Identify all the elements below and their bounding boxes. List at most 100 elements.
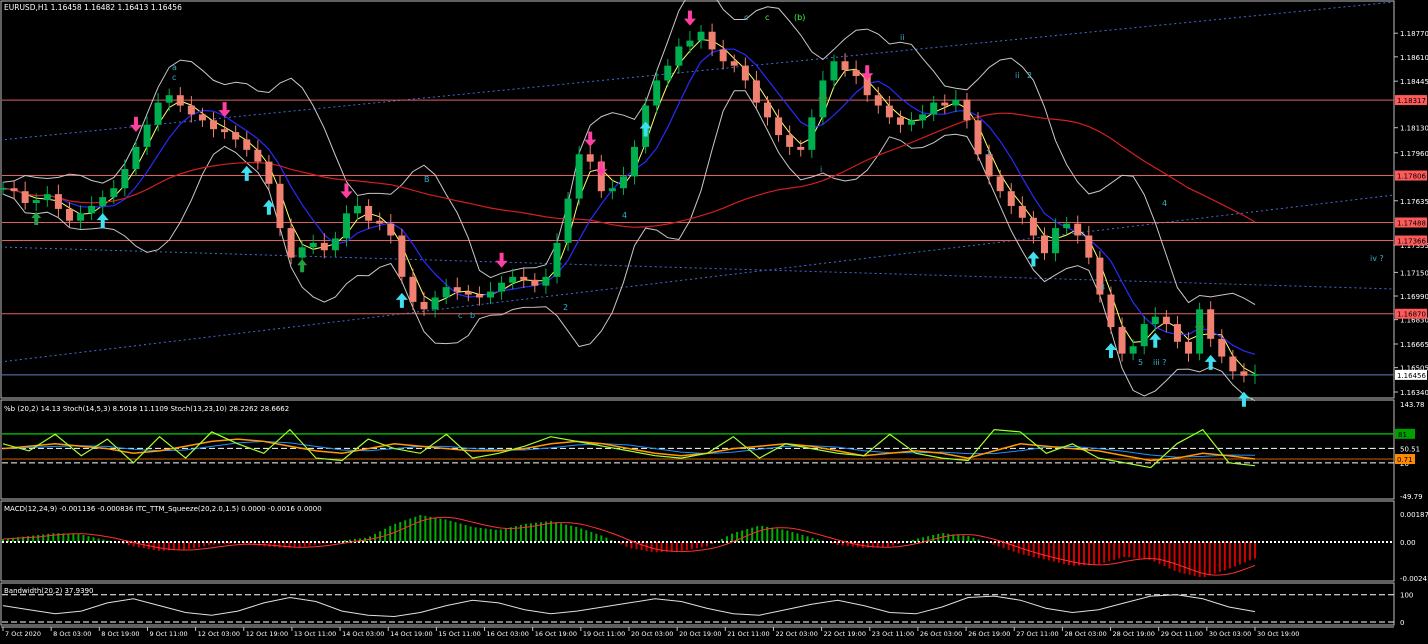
time-tick-label: 14 Oct 19:00 [390,630,432,638]
candle-body [708,31,716,50]
time-tick-label: 19 Oct 11:00 [583,630,625,638]
candle-body [542,276,550,286]
wave-label: c [458,311,462,320]
candle-body [420,301,428,310]
time-tick-label: 12 Oct 19:00 [246,630,288,638]
candle-body [531,279,539,286]
mt4-chart-window[interactable]: a c Bb c 2 4 c c (b) ii i 1 2 3 4 5 iii ? iv ? ii 1.18770 1… [0,0,1428,640]
candle-body [1229,356,1237,372]
candle-body [553,242,561,277]
candle-body [88,205,96,214]
candle-body [32,200,40,203]
candle-body [830,61,838,81]
time-tick-label: 22 Oct 19:00 [824,630,866,638]
stoch-tick-label: 50.51 [1400,445,1420,453]
candle-body [254,149,262,162]
macd-panel-label: MACD(12,24,9) -0.001136 -0.000836 ITC_TT… [4,505,322,513]
time-tick-label: 29 Oct 11:00 [1161,630,1203,638]
candle-body [730,61,738,66]
candle-body [653,80,661,106]
wave-label: 5 [1138,358,1143,367]
time-tick-label: 30 Oct 19:00 [1257,630,1299,638]
symbol-header: EURUSD,H1 1.16458 1.16482 1.16413 1.1645… [4,3,182,12]
candle-body [564,198,572,243]
candle-body [176,95,184,106]
candle-body [619,176,627,189]
candle-body [686,40,694,47]
candle-body [1218,338,1226,357]
candle-body [797,146,805,150]
candle-body [475,294,483,298]
candle-body [974,120,982,155]
price-tick-label: 1.18445 [1400,78,1428,86]
candle-body [354,205,362,214]
stoch-panel-label: %b (20,2) 14.13 Stoch(14,5,3) 8.5018 11.… [4,405,289,413]
candle-body [387,223,395,236]
candle-body [1185,341,1193,354]
candle-body [896,117,904,125]
time-tick-label: 9 Oct 11:00 [149,630,187,638]
wave-label: B [424,175,430,184]
candle-body [309,242,317,248]
price-tick-label: 1.16340 [1400,389,1428,397]
candle-body [996,176,1004,192]
stoch-81-tag-label: 81 [1398,431,1407,439]
candle-body [1129,346,1137,354]
candle-body [697,31,705,41]
price-tick-label: 1.18130 [1400,125,1428,133]
time-tick-label: 26 Oct 19:00 [968,630,1010,638]
candle-body [154,102,162,125]
wave-label: 1 [986,149,991,158]
candle-body [719,49,727,62]
wave-label: i [820,165,822,174]
price-tick-label: 1.17960 [1400,150,1428,158]
wave-label: 2 [563,303,568,312]
price-tick-label: 1.17150 [1400,269,1428,277]
candle-body [65,208,73,221]
time-tick-label: 28 Oct 19:00 [1113,630,1155,638]
sr-price-tag-label: 1.17488 [1397,219,1426,227]
wave-label: b [470,311,475,320]
time-tick-label: 23 Oct 11:00 [872,630,914,638]
candle-body [365,205,373,221]
bandwidth-panel-label: Bandwidth(20,2) 37.9390 [4,587,94,595]
candle-body [841,61,849,71]
candle-body [1074,223,1082,236]
sr-price-tag-label: 1.16870 [1397,311,1426,319]
wave-label: (b) [794,13,805,22]
candle-body [1151,316,1159,325]
candle-body [1107,294,1115,328]
time-tick-label: 14 Oct 03:00 [342,630,384,638]
time-tick-label: 22 Oct 03:00 [775,630,817,638]
candle-body [852,70,860,77]
candle-body [885,105,893,118]
candle-body [243,139,251,150]
candle-body [575,154,583,199]
candle-body [132,146,140,170]
candle-body [1085,235,1093,258]
candle-body [963,99,971,121]
time-tick-label: 27 Oct 11:00 [1016,630,1058,638]
candle-body [54,194,62,209]
candle-body [675,46,683,66]
wave-label: 2 [1027,71,1032,80]
candle-body [586,154,594,162]
wave-label: a [172,63,177,72]
candle-body [77,213,85,221]
candle-body [1018,205,1026,218]
candle-body [110,188,118,198]
candle-body [509,276,517,283]
price-tick-label: 1.16665 [1400,341,1428,349]
current-price-tag-label: 1.16456 [1397,372,1426,380]
candle-body [1162,316,1170,325]
candle-body [187,105,195,115]
chart-canvas[interactable]: acBbc24c c (b)iii12345 iii ?iv ?ii 1.187701… [0,0,1428,640]
time-tick-label: 28 Oct 03:00 [1064,630,1106,638]
candle-body [276,183,284,229]
candle-body [786,135,794,147]
candle-body [287,228,295,258]
wave-label: iii ? [1153,358,1166,367]
candle-body [198,114,206,121]
candle-body [453,287,461,292]
candle-body [165,95,173,103]
